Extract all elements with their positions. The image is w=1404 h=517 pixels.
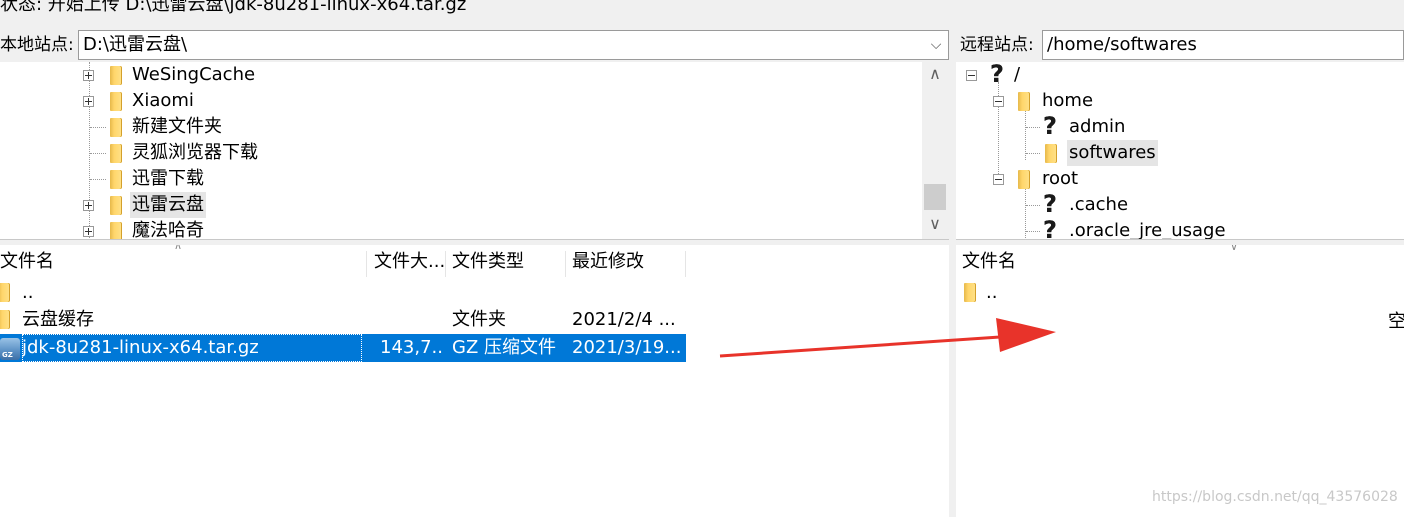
annotation-arrow [719, 318, 1056, 358]
